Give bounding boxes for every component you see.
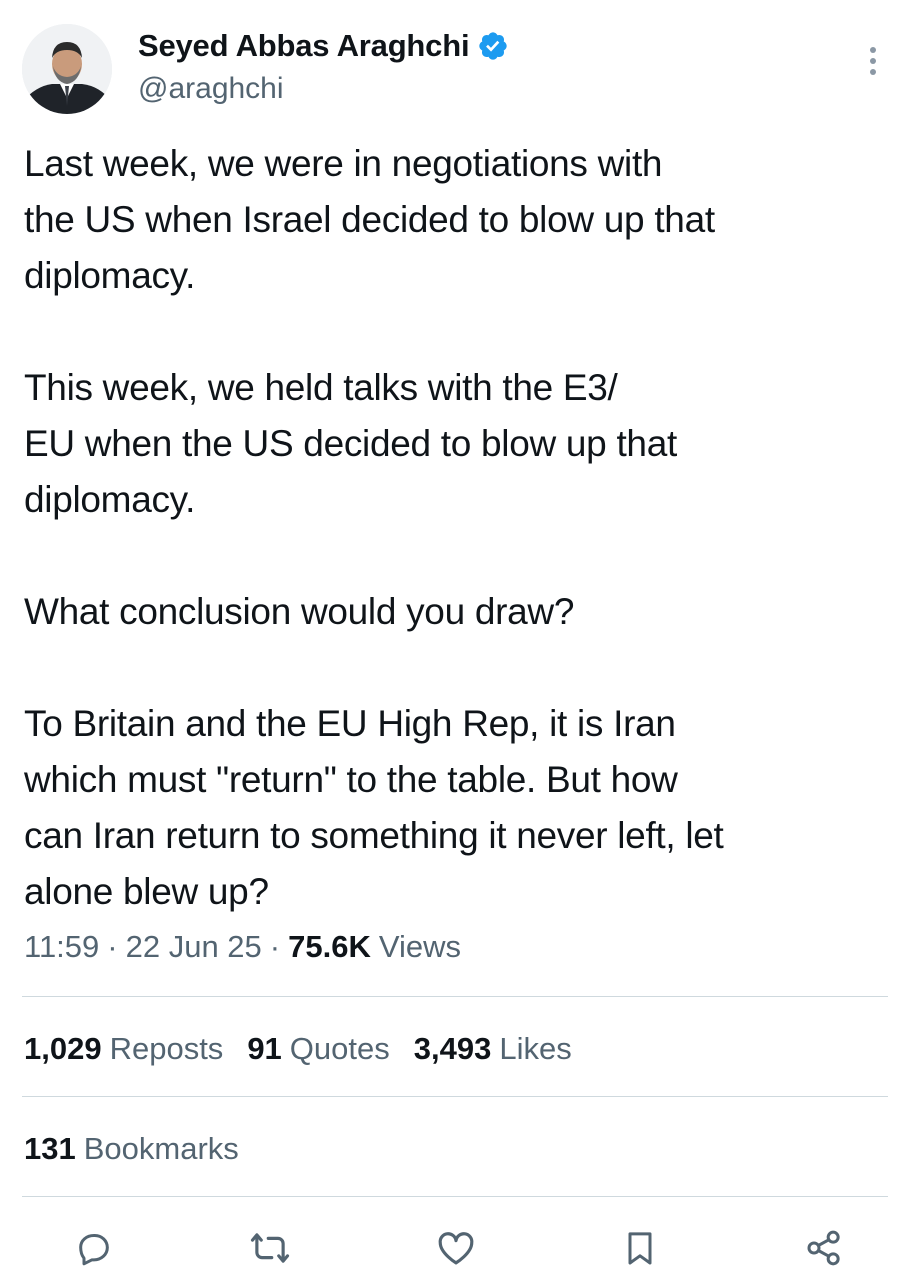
- bookmarks-stat-inner: 131 Bookmarks: [24, 1131, 239, 1167]
- tweet-paragraph: To Britain and the EU High Rep, it is Ir…: [24, 703, 724, 912]
- verified-badge-icon: [477, 30, 509, 62]
- likes-stat[interactable]: 3,493 Likes: [414, 1031, 572, 1067]
- tweet-paragraph: Last week, we were in negotiations with …: [24, 143, 715, 296]
- repost-icon[interactable]: [246, 1224, 294, 1272]
- tweet-paragraph: What conclusion would you draw?: [24, 591, 575, 632]
- tweet-time[interactable]: 11:59: [24, 929, 99, 965]
- engagement-stats: 1,029 Reposts 91 Quotes 3,493 Likes: [24, 1024, 596, 1074]
- quotes-count: 91: [247, 1031, 282, 1066]
- bookmarks-stat[interactable]: 131 Bookmarks: [24, 1124, 239, 1174]
- divider: [22, 1096, 888, 1097]
- views-label: Views: [378, 929, 461, 964]
- reply-icon[interactable]: [70, 1224, 118, 1272]
- tweet-meta: 11:59 · 22 Jun 25 · 75.6K Views: [24, 922, 461, 972]
- reposts-count: 1,029: [24, 1031, 102, 1066]
- bookmark-icon[interactable]: [616, 1224, 664, 1272]
- author-handle[interactable]: @araghchi: [138, 72, 284, 106]
- tweet-header: Seyed Abbas Araghchi @araghchi: [0, 0, 907, 130]
- reposts-stat[interactable]: 1,029 Reposts: [24, 1031, 223, 1067]
- views-count: 75.6K: [288, 929, 371, 964]
- author-display-name[interactable]: Seyed Abbas Araghchi: [138, 28, 470, 64]
- share-icon[interactable]: [800, 1224, 848, 1272]
- tweet-text: Last week, we were in negotiations with …: [24, 136, 894, 920]
- meta-separator: ·: [269, 929, 281, 964]
- likes-label: Likes: [499, 1031, 572, 1066]
- likes-count: 3,493: [413, 1031, 492, 1066]
- divider: [22, 1196, 888, 1197]
- quotes-label: Quotes: [289, 1031, 390, 1066]
- divider: [22, 996, 888, 997]
- bookmarks-count: 131: [24, 1131, 76, 1166]
- author-name-row[interactable]: Seyed Abbas Araghchi: [138, 26, 509, 66]
- reposts-label: Reposts: [109, 1031, 224, 1066]
- bookmarks-label: Bookmarks: [83, 1131, 239, 1166]
- avatar[interactable]: [22, 24, 112, 114]
- quotes-stat[interactable]: 91 Quotes: [247, 1031, 389, 1067]
- meta-separator: ·: [107, 929, 118, 964]
- more-options-icon[interactable]: [858, 42, 888, 82]
- like-icon[interactable]: [432, 1224, 480, 1272]
- tweet-actions-bar: [0, 1220, 907, 1276]
- tweet-paragraph: This week, we held talks with the E3/ EU…: [24, 367, 677, 520]
- tweet-date[interactable]: 22 Jun 25: [126, 929, 262, 965]
